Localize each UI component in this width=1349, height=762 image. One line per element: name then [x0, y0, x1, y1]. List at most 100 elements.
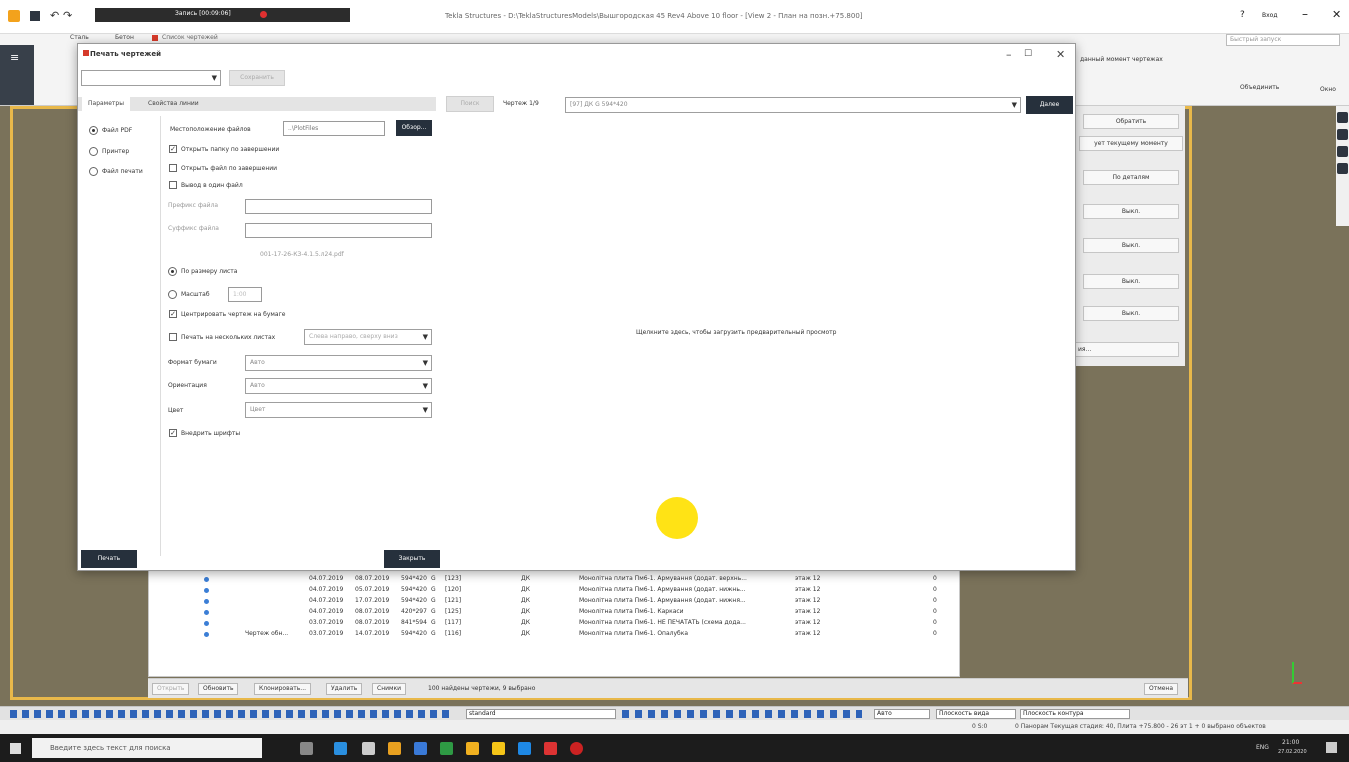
radio-scale[interactable]	[168, 290, 177, 299]
close-button[interactable]: Закрыть	[384, 550, 440, 568]
record-dot-icon[interactable]	[260, 11, 267, 18]
browse-button[interactable]: Обзор...	[396, 120, 432, 136]
close-icon[interactable]: ✕	[1056, 48, 1065, 61]
radio-pdf[interactable]	[89, 126, 98, 135]
login-link[interactable]: Вход	[1262, 12, 1278, 19]
task-view-icon[interactable]	[300, 742, 313, 755]
table-row[interactable]: 04.07.2019 08.07.2019 594*420 G [123] ДК Монол…	[149, 575, 949, 585]
save-icon[interactable]	[30, 11, 40, 21]
cancel-button[interactable]: Отмена	[1144, 683, 1179, 695]
preview-area[interactable]: Щелкните здесь, чтобы загрузить предвари…	[446, 116, 1073, 556]
prefix-input[interactable]	[245, 199, 432, 214]
grid-icon[interactable]	[1337, 163, 1348, 174]
single-file-checkbox[interactable]	[169, 181, 177, 189]
radio-print-file[interactable]	[89, 167, 98, 176]
redo-icon[interactable]: ↷	[63, 9, 72, 22]
language-indicator[interactable]: ENG	[1256, 744, 1269, 751]
current-state-button[interactable]: ует текущему моменту	[1079, 136, 1183, 151]
quick-search-input[interactable]: Быстрый запуск	[1226, 34, 1340, 46]
table-cell: 14.07.2019	[355, 630, 390, 637]
clone-button[interactable]: Клонировать...	[254, 683, 312, 695]
tab-line-props[interactable]: Свойства линии	[142, 97, 205, 111]
table-row[interactable]: 04.07.2019 17.07.2019 594*420 G [121] ДК Монол…	[149, 597, 949, 607]
center-checkbox[interactable]: ✓	[169, 310, 177, 318]
cursor-highlight	[656, 497, 698, 539]
tekla-icon[interactable]	[544, 742, 557, 755]
properties-icon[interactable]	[1337, 146, 1348, 157]
minimize-icon[interactable]: –	[1006, 48, 1012, 61]
delete-button[interactable]: Удалить	[326, 683, 363, 695]
store-icon[interactable]	[362, 742, 375, 755]
settings-select[interactable]: ▼	[81, 70, 221, 86]
toggle-off-button-2[interactable]: Выкл.	[1083, 238, 1179, 253]
table-row[interactable]: Чертеж обн... 03.07.2019 14.07.2019 594*420…	[149, 630, 949, 640]
suffix-input[interactable]	[245, 223, 432, 238]
more-button[interactable]: ия...	[1075, 342, 1179, 357]
settings-icon[interactable]	[1337, 112, 1348, 123]
recorder-icon[interactable]	[570, 742, 583, 755]
radio-fit-sheet[interactable]	[168, 267, 177, 276]
gear-icon[interactable]	[1337, 129, 1348, 140]
status-counters: 0 S:0	[972, 723, 988, 730]
mail-icon[interactable]	[414, 742, 427, 755]
reverse-button[interactable]: Обратить	[1083, 114, 1179, 129]
embed-fonts-checkbox[interactable]: ✓	[169, 429, 177, 437]
maximize-icon[interactable]: ☐	[1024, 49, 1032, 59]
open-button[interactable]: Открыть	[152, 683, 190, 695]
app-icon-2[interactable]	[466, 742, 479, 755]
taskbar-search[interactable]: Введите здесь текст для поиска	[32, 738, 262, 758]
table-row[interactable]: 04.07.2019 08.07.2019 420*297 G [125] ДК Монол…	[149, 608, 949, 618]
close-icon[interactable]: ✕	[1332, 8, 1341, 21]
toolbar-icons[interactable]	[10, 710, 450, 718]
save-button[interactable]: Сохранить	[229, 70, 285, 86]
toggle-off-button-3[interactable]: Выкл.	[1083, 274, 1179, 289]
refresh-button[interactable]: Обновить	[198, 683, 239, 695]
orientation-select[interactable]: Авто ▼	[245, 378, 432, 394]
windows-start-icon[interactable]	[10, 743, 21, 754]
ribbon-hint: данный момент чертежах	[1080, 56, 1163, 63]
radio-printer[interactable]	[89, 147, 98, 156]
open-file-checkbox[interactable]	[169, 164, 177, 172]
multi-sheet-order-select[interactable]: Слева направо, сверху вниз ▼	[304, 329, 432, 345]
toolbar-icons-2[interactable]	[622, 710, 862, 718]
app-icon-4[interactable]	[518, 742, 531, 755]
tab-params[interactable]: Параметры	[82, 97, 130, 111]
by-parts-button[interactable]: По деталям	[1083, 170, 1179, 185]
edge-icon[interactable]	[334, 742, 347, 755]
minimize-icon[interactable]: –	[1302, 7, 1308, 21]
next-button[interactable]: Далее	[1026, 96, 1073, 114]
help-icon[interactable]: ?	[1240, 10, 1245, 20]
menu-icon[interactable]: ≡	[10, 51, 24, 64]
drawing-list-tab[interactable]: Список чертежей	[162, 34, 218, 41]
view-plane-select[interactable]: Плоскость вида	[936, 709, 1016, 719]
merge-button[interactable]: Объединить	[1240, 84, 1279, 91]
clock-time[interactable]: 21:00	[1282, 739, 1299, 746]
table-row[interactable]: 04.07.2019 05.07.2019 594*420 G [120] ДК Монол…	[149, 586, 949, 596]
ribbon-tab-concrete[interactable]: Бетон	[115, 34, 134, 41]
explorer-icon[interactable]	[388, 742, 401, 755]
toggle-off-button-4[interactable]: Выкл.	[1083, 306, 1179, 321]
drawing-select[interactable]: [97] ДК G 594*420 ▼	[565, 97, 1021, 113]
snap-auto-select[interactable]: Авто	[874, 709, 930, 719]
search-button[interactable]: Поиск	[446, 96, 494, 112]
color-select[interactable]: Цвет ▼	[245, 402, 432, 418]
orientation-label: Ориентация	[168, 382, 207, 389]
clock-date[interactable]: 27.02.2020	[1278, 749, 1307, 755]
open-folder-checkbox[interactable]: ✓	[169, 145, 177, 153]
table-row[interactable]: 03.07.2019 08.07.2019 841*594 G [117] ДК Монол…	[149, 619, 949, 629]
toggle-off-button-1[interactable]: Выкл.	[1083, 204, 1179, 219]
undo-icon[interactable]: ↶	[50, 9, 59, 22]
ribbon-tab-steel[interactable]: Сталь	[70, 34, 89, 41]
location-input[interactable]: ..\PlotFiles	[283, 121, 385, 136]
snapshots-button[interactable]: Снимки	[372, 683, 407, 695]
print-button[interactable]: Печать	[81, 550, 137, 568]
multi-sheet-checkbox[interactable]	[169, 333, 177, 341]
work-plane-select[interactable]: Плоскость контура	[1020, 709, 1130, 719]
standard-select[interactable]: standard	[466, 709, 616, 719]
scale-input[interactable]: 1:00	[228, 287, 262, 302]
app-icon-3[interactable]	[492, 742, 505, 755]
notifications-icon[interactable]	[1326, 742, 1337, 753]
app-icon-1[interactable]	[440, 742, 453, 755]
window-button[interactable]: Окно	[1320, 86, 1336, 93]
paper-select[interactable]: Авто ▼	[245, 355, 432, 371]
